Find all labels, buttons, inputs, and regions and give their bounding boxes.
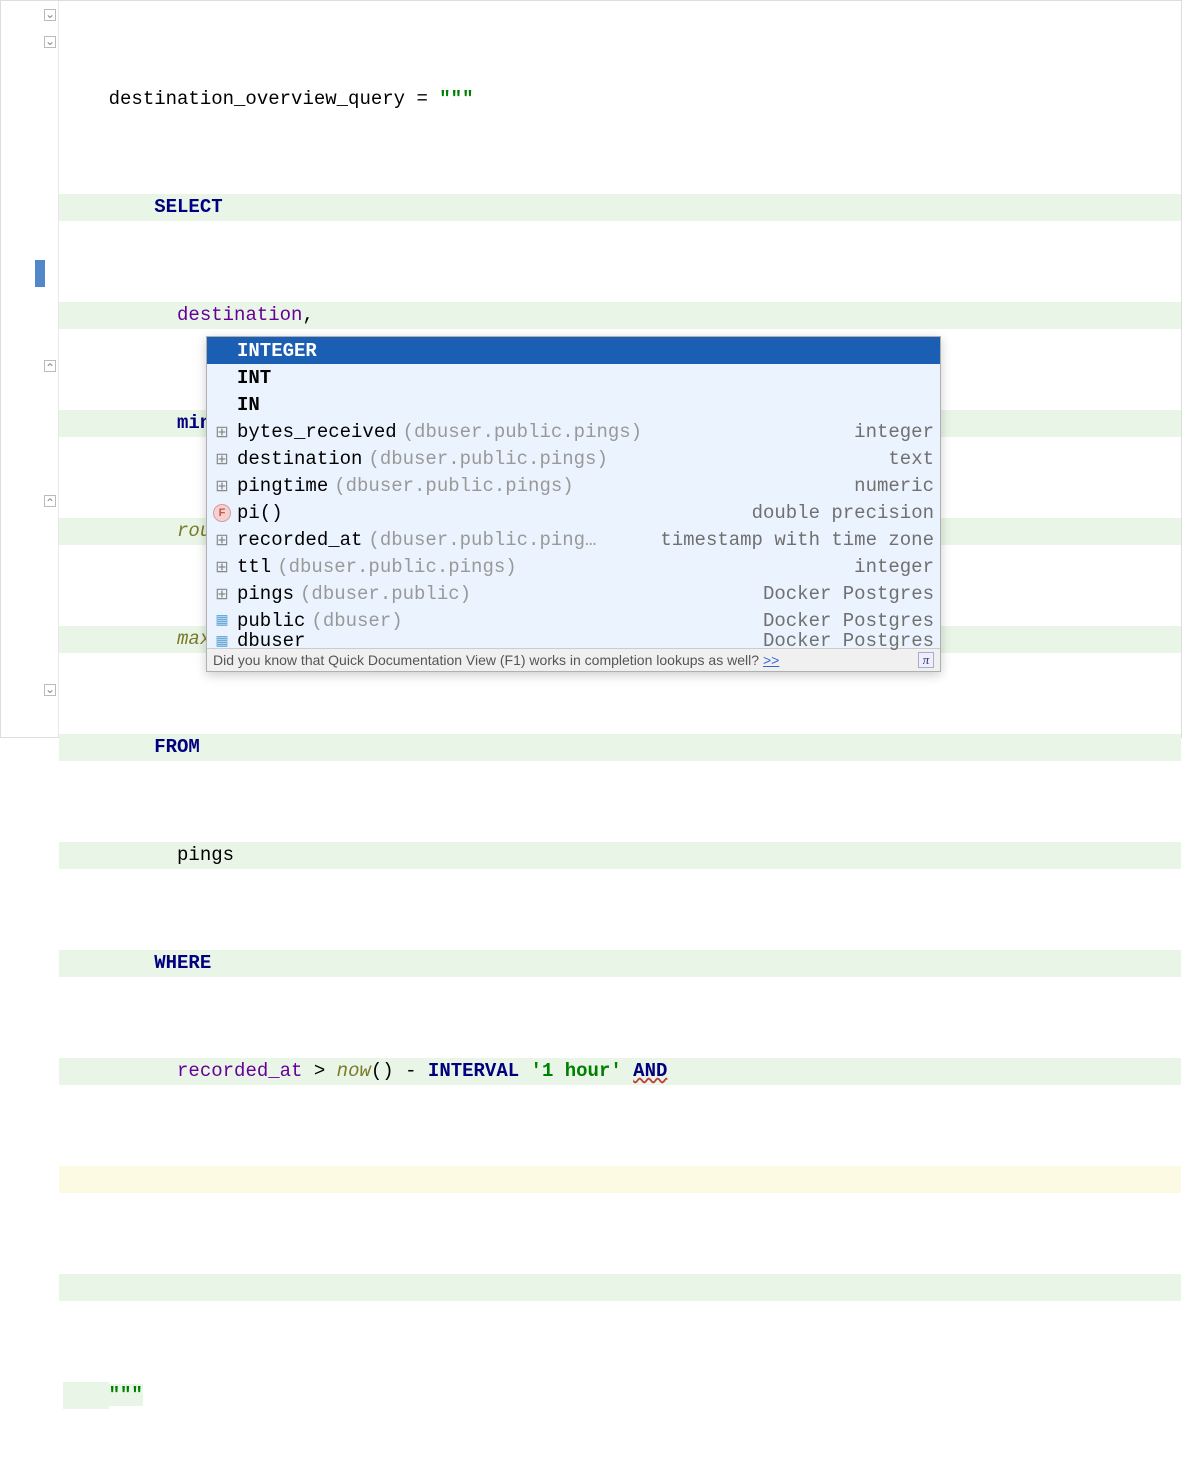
code-line: """ xyxy=(59,1382,1181,1409)
autocomplete-item[interactable]: INTEGER xyxy=(207,337,940,364)
table-icon: ⊞ xyxy=(213,423,231,441)
table-icon: ⊞ xyxy=(213,531,231,549)
autocomplete-type: Docker Postgres xyxy=(763,630,934,652)
autocomplete-item[interactable]: ⊞ pings (dbuser.public) Docker Postgres xyxy=(207,580,940,607)
autocomplete-label: ttl xyxy=(237,556,271,578)
table-icon: ⊞ xyxy=(213,477,231,495)
autocomplete-type: integer xyxy=(854,421,934,443)
code-line: WHERE xyxy=(59,950,1181,977)
autocomplete-label: pi() xyxy=(237,502,283,524)
autocomplete-label: pings xyxy=(237,583,294,605)
autocomplete-type: Docker Postgres xyxy=(763,583,934,605)
autocomplete-type: Docker Postgres xyxy=(763,610,934,632)
footer-hint-text: Did you know that Quick Documentation Vi… xyxy=(213,652,759,668)
autocomplete-hint: (dbuser.public.pings) xyxy=(403,421,642,443)
code-line: destination, xyxy=(59,302,1181,329)
autocomplete-label: public xyxy=(237,610,305,632)
autocomplete-list: INTEGER INT IN ⊞ bytes_received (dbuser.publ… xyxy=(207,337,940,648)
autocomplete-label: bytes_received xyxy=(237,421,397,443)
blank-icon xyxy=(213,396,231,414)
autocomplete-hint: (dbuser.public.pings) xyxy=(368,448,607,470)
autocomplete-hint: (dbuser.public.ping… xyxy=(368,529,596,551)
autocomplete-type: numeric xyxy=(854,475,934,497)
table-icon: ⊞ xyxy=(213,450,231,468)
caret-indicator xyxy=(35,260,45,287)
autocomplete-type: integer xyxy=(854,556,934,578)
code-line-caret xyxy=(59,1166,1181,1193)
autocomplete-item[interactable]: Fpi() double precision xyxy=(207,499,940,526)
autocomplete-item[interactable]: ⊞ pingtime (dbuser.public.pings) numeric xyxy=(207,472,940,499)
autocomplete-type: double precision xyxy=(752,502,934,524)
schema-icon: ▦ xyxy=(213,612,231,630)
fold-marker[interactable] xyxy=(43,495,57,509)
autocomplete-type: text xyxy=(888,448,934,470)
blank-icon xyxy=(213,369,231,387)
autocomplete-item[interactable]: ⊞ bytes_received (dbuser.public.pings) int… xyxy=(207,418,940,445)
autocomplete-hint: (dbuser) xyxy=(311,610,402,632)
fold-marker[interactable] xyxy=(43,9,57,23)
autocomplete-label: pingtime xyxy=(237,475,328,497)
code-line: SELECT xyxy=(59,194,1181,221)
gutter xyxy=(1,1,59,737)
footer-link[interactable]: >> xyxy=(763,652,779,668)
autocomplete-item[interactable]: ⊞ destination (dbuser.public.pings) text xyxy=(207,445,940,472)
autocomplete-label: INT xyxy=(237,367,271,389)
autocomplete-label: IN xyxy=(237,394,260,416)
table-icon: ⊞ xyxy=(213,558,231,576)
code-line: recorded_at > now() - INTERVAL '1 hour' … xyxy=(59,1058,1181,1085)
fold-marker[interactable] xyxy=(43,360,57,374)
autocomplete-hint: (dbuser.public) xyxy=(300,583,471,605)
autocomplete-item[interactable]: IN xyxy=(207,391,940,418)
autocomplete-popup[interactable]: INTEGER INT IN ⊞ bytes_received (dbuser.publ… xyxy=(206,336,941,672)
autocomplete-type: timestamp with time zone xyxy=(660,529,934,551)
autocomplete-hint: (dbuser.public.pings) xyxy=(334,475,573,497)
autocomplete-item[interactable]: ⊞ ttl (dbuser.public.pings) integer xyxy=(207,553,940,580)
fold-marker[interactable] xyxy=(43,36,57,50)
pi-icon[interactable]: π xyxy=(918,652,934,668)
code-line: pings xyxy=(59,842,1181,869)
table-icon: ⊞ xyxy=(213,585,231,603)
fold-marker[interactable] xyxy=(43,684,57,698)
function-icon: F xyxy=(213,504,231,522)
autocomplete-label: dbuser xyxy=(237,630,305,652)
code-line xyxy=(59,1274,1181,1301)
autocomplete-item[interactable]: ▦dbuserDocker Postgres xyxy=(207,634,940,648)
code-line: FROM xyxy=(59,734,1181,761)
code-line: destination_overview_query = """ xyxy=(59,86,1181,113)
blank-icon xyxy=(213,342,231,360)
autocomplete-item[interactable]: ⊞ recorded_at (dbuser.public.ping… timesta… xyxy=(207,526,940,553)
autocomplete-item[interactable]: INT xyxy=(207,364,940,391)
autocomplete-label: INTEGER xyxy=(237,340,317,362)
autocomplete-label: destination xyxy=(237,448,362,470)
autocomplete-label: recorded_at xyxy=(237,529,362,551)
schema-icon: ▦ xyxy=(213,632,231,650)
autocomplete-hint: (dbuser.public.pings) xyxy=(277,556,516,578)
